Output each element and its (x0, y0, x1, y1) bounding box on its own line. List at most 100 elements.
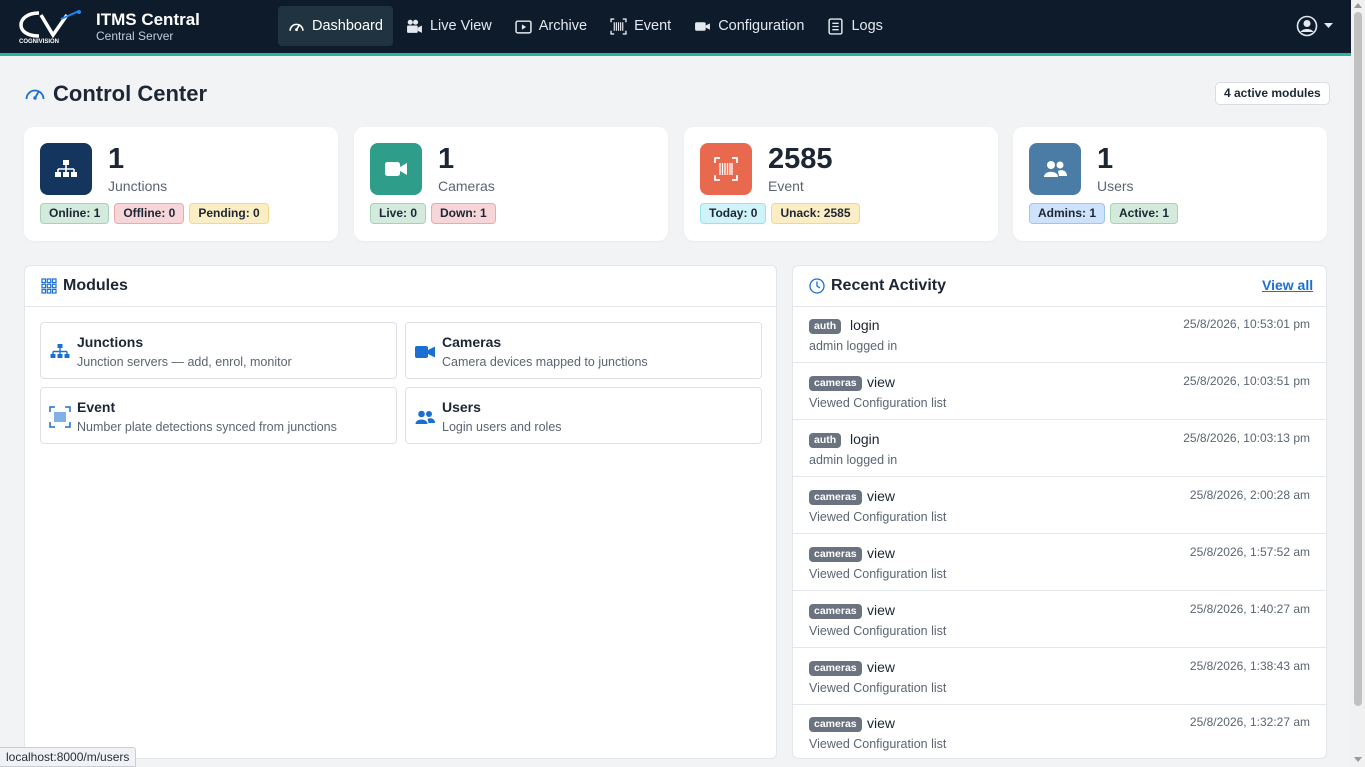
nav-logs[interactable]: Logs (817, 6, 892, 46)
nav-archive[interactable]: Archive (505, 6, 597, 46)
users-label: Users (1097, 178, 1134, 194)
nav-archive-label: Archive (538, 18, 588, 34)
activity-tag: auth (809, 319, 842, 334)
nav-live-view[interactable]: Live View (396, 6, 502, 46)
activity-action: view (867, 374, 896, 390)
page-scrollbar[interactable] (1351, 0, 1365, 767)
cameras-label: Cameras (438, 178, 495, 194)
activity-row[interactable]: cameras view 25/8/2026, 1:38:43 am Viewe… (793, 648, 1326, 705)
gauge-icon (289, 23, 304, 31)
nav-event[interactable]: Event (600, 6, 681, 46)
down-pill: Down: 1 (431, 203, 496, 224)
module-title: Users (442, 399, 481, 415)
module-title: Junctions (77, 334, 144, 350)
stat-card-cameras[interactable]: 1 Cameras Live: 0 Down: 1 (354, 127, 668, 241)
active-modules-badge: 4 active modules (1215, 82, 1330, 105)
active-pill: Active: 1 (1110, 203, 1179, 224)
activity-time: 25/8/2026, 1:32:27 am (1189, 715, 1310, 729)
junctions-pills: Online: 1 Offline: 0 Pending: 0 (40, 203, 269, 224)
module-cameras[interactable]: Cameras Camera devices mapped to junctio… (405, 322, 762, 379)
nav-configuration-label: Configuration (718, 18, 805, 34)
junctions-label: Junctions (108, 178, 168, 194)
modules-header: Modules (25, 266, 776, 307)
user-menu[interactable] (1296, 15, 1333, 37)
unack-pill: Unack: 2585 (771, 203, 860, 224)
today-pill: Today: 0 (700, 203, 767, 224)
svg-text:COGNIVISION: COGNIVISION (19, 39, 59, 45)
scroll-down-arrow-icon[interactable] (1354, 757, 1362, 762)
barcode-scan-icon (49, 406, 71, 428)
activity-description: Viewed Configuration list (809, 737, 947, 751)
activity-time: 25/8/2026, 10:03:13 pm (1183, 431, 1310, 445)
activity-tag: cameras (809, 547, 862, 562)
event-label: Event (768, 178, 804, 194)
activity-description: Viewed Configuration list (809, 567, 947, 581)
camera-icon (695, 21, 711, 31)
event-pills: Today: 0 Unack: 2585 (700, 203, 860, 224)
clock-icon (809, 278, 825, 294)
activity-action: view (867, 545, 896, 561)
activity-row[interactable]: auth login 25/8/2026, 10:53:01 pm admin … (793, 306, 1326, 363)
users-icon (415, 410, 435, 424)
cameras-count: 1 (438, 143, 455, 175)
app-subtitle: Central Server (96, 29, 174, 43)
app-title: ITMS Central (96, 10, 200, 29)
recent-activity-title: Recent Activity (831, 277, 946, 294)
activity-description: Viewed Configuration list (809, 396, 947, 410)
scroll-thumb[interactable] (1354, 12, 1362, 706)
page-title: Control Center (24, 81, 207, 107)
activity-tag: cameras (809, 717, 862, 732)
module-users[interactable]: Users Login users and roles (405, 387, 762, 444)
scroll-up-arrow-icon[interactable] (1354, 3, 1362, 8)
activity-action: view (867, 602, 896, 618)
module-description: Junction servers — add, enrol, monitor (77, 355, 292, 369)
offline-pill: Offline: 0 (114, 203, 185, 224)
chevron-down-icon (1324, 23, 1333, 28)
cameras-pills: Live: 0 Down: 1 (370, 203, 496, 224)
top-navbar: COGNIVISION ITMS Central Central Server … (0, 0, 1351, 56)
pending-pill: Pending: 0 (189, 203, 269, 224)
view-all-link[interactable]: View all (1262, 277, 1313, 293)
modules-title: Modules (63, 277, 128, 294)
sitemap-icon (50, 344, 70, 358)
barcode-scan-icon (700, 143, 752, 195)
stat-card-users[interactable]: 1 Users Admins: 1 Active: 1 (1013, 127, 1327, 241)
module-junctions[interactable]: Junctions Junction servers — add, enrol,… (40, 322, 397, 379)
users-pills: Admins: 1 Active: 1 (1029, 203, 1179, 224)
module-description: Number plate detections synced from junc… (77, 420, 337, 434)
activity-row[interactable]: cameras view 25/8/2026, 2:00:28 am Viewe… (793, 477, 1326, 534)
module-title: Event (77, 399, 116, 415)
activity-row[interactable]: cameras view 25/8/2026, 1:40:27 am Viewe… (793, 591, 1326, 648)
activity-time: 25/8/2026, 2:00:28 am (1189, 488, 1310, 502)
nav-dashboard[interactable]: Dashboard (278, 6, 393, 46)
video-camera-icon (407, 19, 422, 33)
event-count: 2585 (768, 143, 833, 175)
activity-description: Viewed Configuration list (809, 510, 947, 524)
activity-action: login (850, 317, 880, 333)
activity-row[interactable]: auth login 25/8/2026, 10:03:13 pm admin … (793, 420, 1326, 477)
activity-tag: cameras (809, 490, 862, 505)
admins-pill: Admins: 1 (1029, 203, 1106, 224)
nav-logs-label: Logs (851, 18, 883, 34)
user-avatar-icon (1296, 15, 1318, 37)
play-archive-icon (515, 19, 532, 34)
stat-card-junctions[interactable]: 1 Junctions Online: 1 Offline: 0 Pending… (24, 127, 338, 241)
activity-time: 25/8/2026, 1:38:43 am (1189, 659, 1310, 673)
users-count: 1 (1097, 143, 1114, 175)
gauge-icon (25, 89, 45, 100)
activity-row[interactable]: cameras view 25/8/2026, 1:32:27 am Viewe… (793, 704, 1326, 761)
activity-time: 25/8/2026, 1:40:27 am (1189, 602, 1310, 616)
junctions-count: 1 (108, 143, 125, 175)
cognivision-logo[interactable]: COGNIVISION (17, 9, 87, 45)
nav-dashboard-label: Dashboard (312, 18, 383, 34)
stat-card-event[interactable]: 2585 Event Today: 0 Unack: 2585 (684, 127, 998, 241)
nav-configuration[interactable]: Configuration (684, 6, 814, 46)
activity-time: 25/8/2026, 10:53:01 pm (1183, 317, 1310, 331)
activity-description: admin logged in (809, 453, 898, 467)
nav-event-label: Event (634, 18, 672, 34)
module-event[interactable]: Event Number plate detections synced fro… (40, 387, 397, 444)
online-pill: Online: 1 (40, 203, 110, 224)
grid-icon (41, 278, 57, 294)
activity-row[interactable]: cameras view 25/8/2026, 1:57:52 am Viewe… (793, 534, 1326, 591)
activity-row[interactable]: cameras view 25/8/2026, 10:03:51 pm View… (793, 363, 1326, 420)
